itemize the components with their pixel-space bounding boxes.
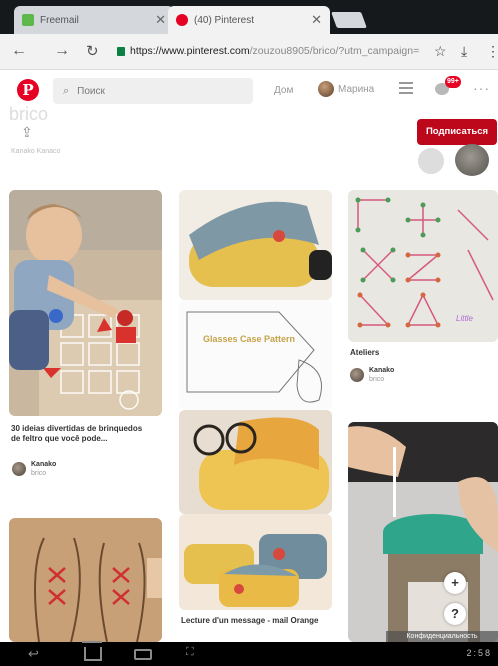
board-meta: Kanako Kanaco [11,148,61,155]
pin-image-ateliers[interactable]: Little [348,190,498,342]
pin-title[interactable]: Ateliers [350,348,490,358]
menu-dots-icon[interactable]: ⋮ [486,43,498,60]
close-tab-icon[interactable]: ✕ [155,12,166,28]
tab-freemail[interactable]: Freemail ✕ [14,6,174,34]
home-icon[interactable] [82,641,102,661]
pinterest-logo-icon[interactable]: P [17,79,39,101]
pinterest-header: P ⌕ Поиск Дом Марина 99+ ··· [0,70,498,112]
pin-image-caption: Little [456,314,473,323]
browser-tab-strip: Freemail ✕ (40) Pinterest ✕ [0,0,498,34]
board-title: brico [9,104,49,124]
more-icon[interactable]: ··· [473,80,490,96]
arrow-right-icon[interactable]: → [54,42,70,60]
star-icon[interactable]: ☆ [434,43,447,60]
pin-title[interactable]: 30 ideias divertidas de brinquedos de fe… [11,424,151,444]
user-name: Марина [338,83,375,95]
secure-lock-icon [117,47,125,56]
collaborator-avatar[interactable] [455,144,489,176]
avatar [350,368,364,382]
pin-user[interactable]: Kanako brico [12,460,56,478]
tab-pinterest[interactable]: (40) Pinterest ✕ [168,6,330,34]
pin-image-felt-cases[interactable] [179,514,332,610]
download-icon[interactable]: ⤓ [461,43,467,60]
add-pin-button[interactable]: + [444,572,466,594]
url-input[interactable]: https://www.pinterest.com/zouzou8905/bri… [130,45,426,57]
home-link[interactable]: Дом [274,85,293,96]
pin-image-glasses-case[interactable] [179,190,332,300]
follow-button[interactable]: Подписаться [417,119,497,145]
pin-image-jar-activity[interactable] [348,422,498,642]
pin-board-name: brico [369,376,385,383]
screenshot-icon[interactable]: ⛶ [186,646,194,659]
pin-image-felt-toys[interactable] [9,190,162,416]
recents-icon[interactable] [134,649,152,660]
status-time: 2:58 [466,648,492,658]
pin-image-glasses-case-2[interactable] [179,410,332,514]
pinterest-favicon-icon [176,14,188,26]
search-placeholder: Поиск [77,85,105,97]
avatar [318,81,334,97]
avatar [12,462,26,476]
share-icon[interactable]: ⇪ [21,124,33,141]
pin-title[interactable]: Lecture d'un message - mail Orange [181,616,321,626]
tab-title: Freemail [40,14,79,26]
notification-badge: 99+ [445,76,461,88]
arrow-left-icon[interactable]: ← [11,42,27,60]
pattern-label: Glasses Case Pattern [202,334,296,344]
profile-link[interactable]: Марина [318,81,374,97]
tab-title: (40) Pinterest [194,14,255,26]
new-tab-button[interactable] [331,12,367,28]
hamburger-menu-icon[interactable] [399,82,413,94]
pin-user-name: Kanako [369,367,395,374]
pin-image-shoe-lacing[interactable] [9,518,162,642]
reload-icon[interactable]: ↻ [86,42,99,60]
address-bar: ← → ↻ https://www.pinterest.com/zouzou89… [0,34,498,70]
help-button[interactable]: ? [444,603,466,625]
close-tab-icon[interactable]: ✕ [311,12,322,28]
freemail-favicon-icon [22,14,34,26]
pin-user[interactable]: Kanako brico [350,366,394,384]
pin-image-pattern[interactable]: Glasses Case Pattern [179,300,332,410]
pin-user-name: Kanako [31,461,57,468]
back-icon[interactable]: ↩ [28,646,39,662]
search-input[interactable]: ⌕ Поиск [53,78,253,104]
search-icon: ⌕ [63,84,70,97]
pin-board-name: brico [31,470,47,477]
android-nav-bar: ↩ ⛶ 2:58 [0,641,498,666]
collaborator-avatar[interactable] [416,146,446,176]
